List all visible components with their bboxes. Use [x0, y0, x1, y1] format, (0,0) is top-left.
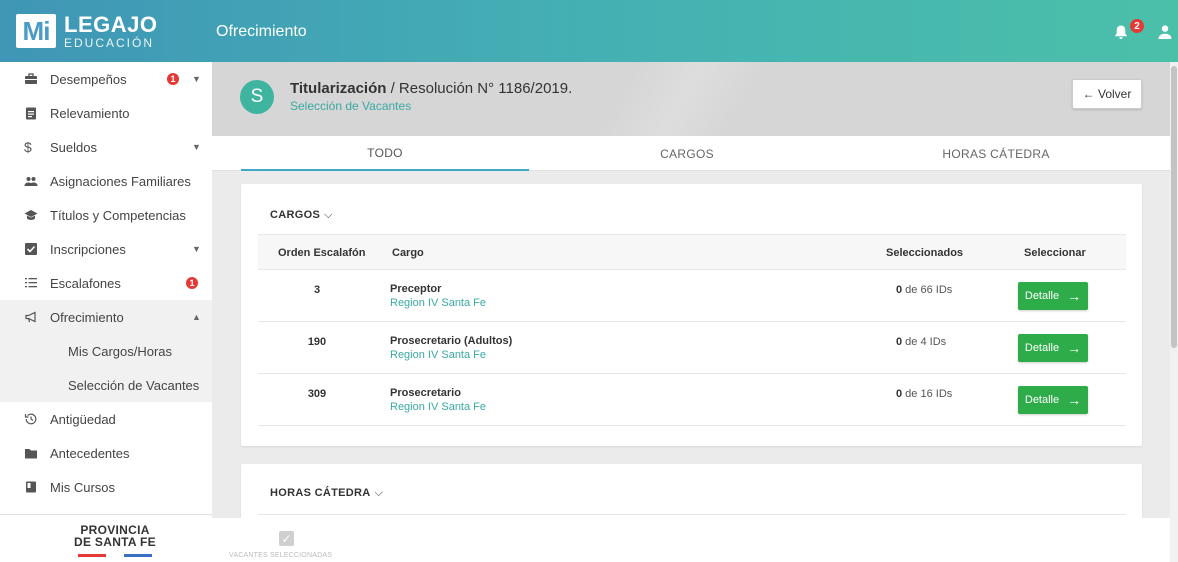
- sidebar-item-sueldos[interactable]: $ Sueldos ▼: [0, 130, 212, 164]
- notification-badge: 2: [1130, 19, 1144, 33]
- checkbox-icon: [25, 243, 37, 255]
- chevron-down-icon: ▼: [192, 244, 201, 254]
- sidebar: Desempeños 1 ▼ Relevamiento $ Sueldos ▼ …: [0, 62, 212, 562]
- flag-stripe-red: [78, 554, 106, 557]
- sidebar-item-asignaciones[interactable]: Asignaciones Familiares: [0, 164, 212, 198]
- graduation-cap-icon: [24, 210, 38, 220]
- chevron-up-icon: ▲: [192, 312, 201, 322]
- sidebar-item-antecedentes[interactable]: Antecedentes: [0, 436, 212, 470]
- sidebar-item-inscripciones[interactable]: Inscripciones ▼: [0, 232, 212, 266]
- cargos-section-toggle[interactable]: CARGOS ⌵: [270, 209, 333, 222]
- chevron-down-icon: ⌵: [324, 209, 333, 221]
- tab-todo[interactable]: TODO: [241, 136, 529, 171]
- horas-catedra-card: HORAS CÁTEDRA ⌵: [241, 464, 1142, 524]
- tab-horas-catedra[interactable]: HORAS CÁTEDRA: [852, 136, 1140, 171]
- sidebar-item-desempenos[interactable]: Desempeños 1 ▼: [0, 62, 212, 96]
- user-icon[interactable]: [1157, 24, 1173, 40]
- sidebar-subitem-mis-cargos[interactable]: Mis Cargos/Horas: [0, 334, 212, 368]
- tab-bar: TODO CARGOS HORAS CÁTEDRA: [212, 136, 1170, 171]
- header-title: Titularización / Resolución N° 1186/2019…: [290, 80, 573, 97]
- sidebar-item-mis-cursos[interactable]: Mis Cursos: [0, 470, 212, 504]
- page-header: S Titularización / Resolución N° 1186/20…: [212, 62, 1170, 136]
- table-row: 3 Preceptor Region IV Santa Fe 0 de 66 I…: [258, 270, 1126, 322]
- back-button[interactable]: ← Volver: [1072, 79, 1142, 109]
- avatar: S: [240, 80, 274, 114]
- brand-subtitle: EDUCACIÓN: [64, 35, 155, 50]
- header-subtitle: Selección de Vacantes: [290, 99, 412, 113]
- flag-stripe-blue: [124, 554, 152, 557]
- people-icon: [24, 177, 38, 186]
- sidebar-item-relevamiento[interactable]: Relevamiento: [0, 96, 212, 130]
- dollar-icon: $: [24, 139, 32, 155]
- sidebar-subitem-seleccion-vacantes[interactable]: Selección de Vacantes: [0, 368, 212, 402]
- book-icon: [26, 481, 36, 493]
- province-logo: PROVINCIA DE SANTA FE: [60, 524, 170, 557]
- clipboard-icon: [26, 107, 36, 120]
- sidebar-item-titulos[interactable]: Títulos y Competencias: [0, 198, 212, 232]
- detalle-button[interactable]: Detalle →: [1018, 282, 1088, 310]
- detalle-button[interactable]: Detalle →: [1018, 386, 1088, 414]
- sidebar-item-ofrecimiento[interactable]: Ofrecimiento ▲: [0, 300, 212, 334]
- history-icon: [24, 413, 37, 425]
- sidebar-item-antiguedad[interactable]: Antigüedad: [0, 402, 212, 436]
- chevron-down-icon: ▼: [192, 74, 201, 84]
- chevron-down-icon: ⌵: [374, 487, 384, 499]
- brand-mark: Mi: [16, 14, 56, 48]
- vacantes-seleccionadas-button[interactable]: ✓: [279, 531, 294, 546]
- bell-icon[interactable]: [1113, 24, 1129, 40]
- detalle-button[interactable]: Detalle →: [1018, 334, 1088, 362]
- sidebar-item-escalafones[interactable]: Escalafones 1: [0, 266, 212, 300]
- horas-section-toggle[interactable]: HORAS CÁTEDRA ⌵: [270, 487, 383, 500]
- escalafones-badge: 1: [186, 277, 198, 289]
- briefcase-icon: [25, 73, 37, 84]
- vacantes-seleccionadas-label: VACANTES SELECCIONADAS: [229, 552, 333, 559]
- table-row: 309 Prosecretario Region IV Santa Fe 0 d…: [258, 374, 1126, 426]
- table-header: Orden Escalafón Cargo Seleccionados Sele…: [258, 234, 1126, 270]
- top-bar: Mi LEGAJO EDUCACIÓN Ofrecimiento 2: [0, 0, 1178, 62]
- folder-icon: [25, 449, 37, 459]
- list-icon: [25, 278, 37, 288]
- arrow-right-icon: →: [1067, 288, 1082, 304]
- brand-title: LEGAJO: [64, 11, 158, 37]
- sidebar-divider: [0, 514, 212, 515]
- tab-cargos[interactable]: CARGOS: [543, 136, 831, 171]
- brand-logo[interactable]: Mi LEGAJO EDUCACIÓN: [0, 0, 212, 62]
- cargos-card: CARGOS ⌵ Orden Escalafón Cargo Selecciona…: [241, 184, 1142, 446]
- megaphone-icon: [25, 311, 36, 323]
- table-row: 190 Prosecretario (Adultos) Region IV Sa…: [258, 322, 1126, 374]
- desempenos-badge: 1: [167, 73, 179, 85]
- arrow-right-icon: →: [1067, 340, 1082, 356]
- arrow-right-icon: →: [1067, 392, 1082, 408]
- scrollbar-thumb[interactable]: [1171, 66, 1177, 348]
- chevron-down-icon: ▼: [192, 142, 201, 152]
- page-title: Ofrecimiento: [216, 23, 307, 40]
- bottom-bar: ✓ VACANTES SELECCIONADAS: [212, 518, 1170, 562]
